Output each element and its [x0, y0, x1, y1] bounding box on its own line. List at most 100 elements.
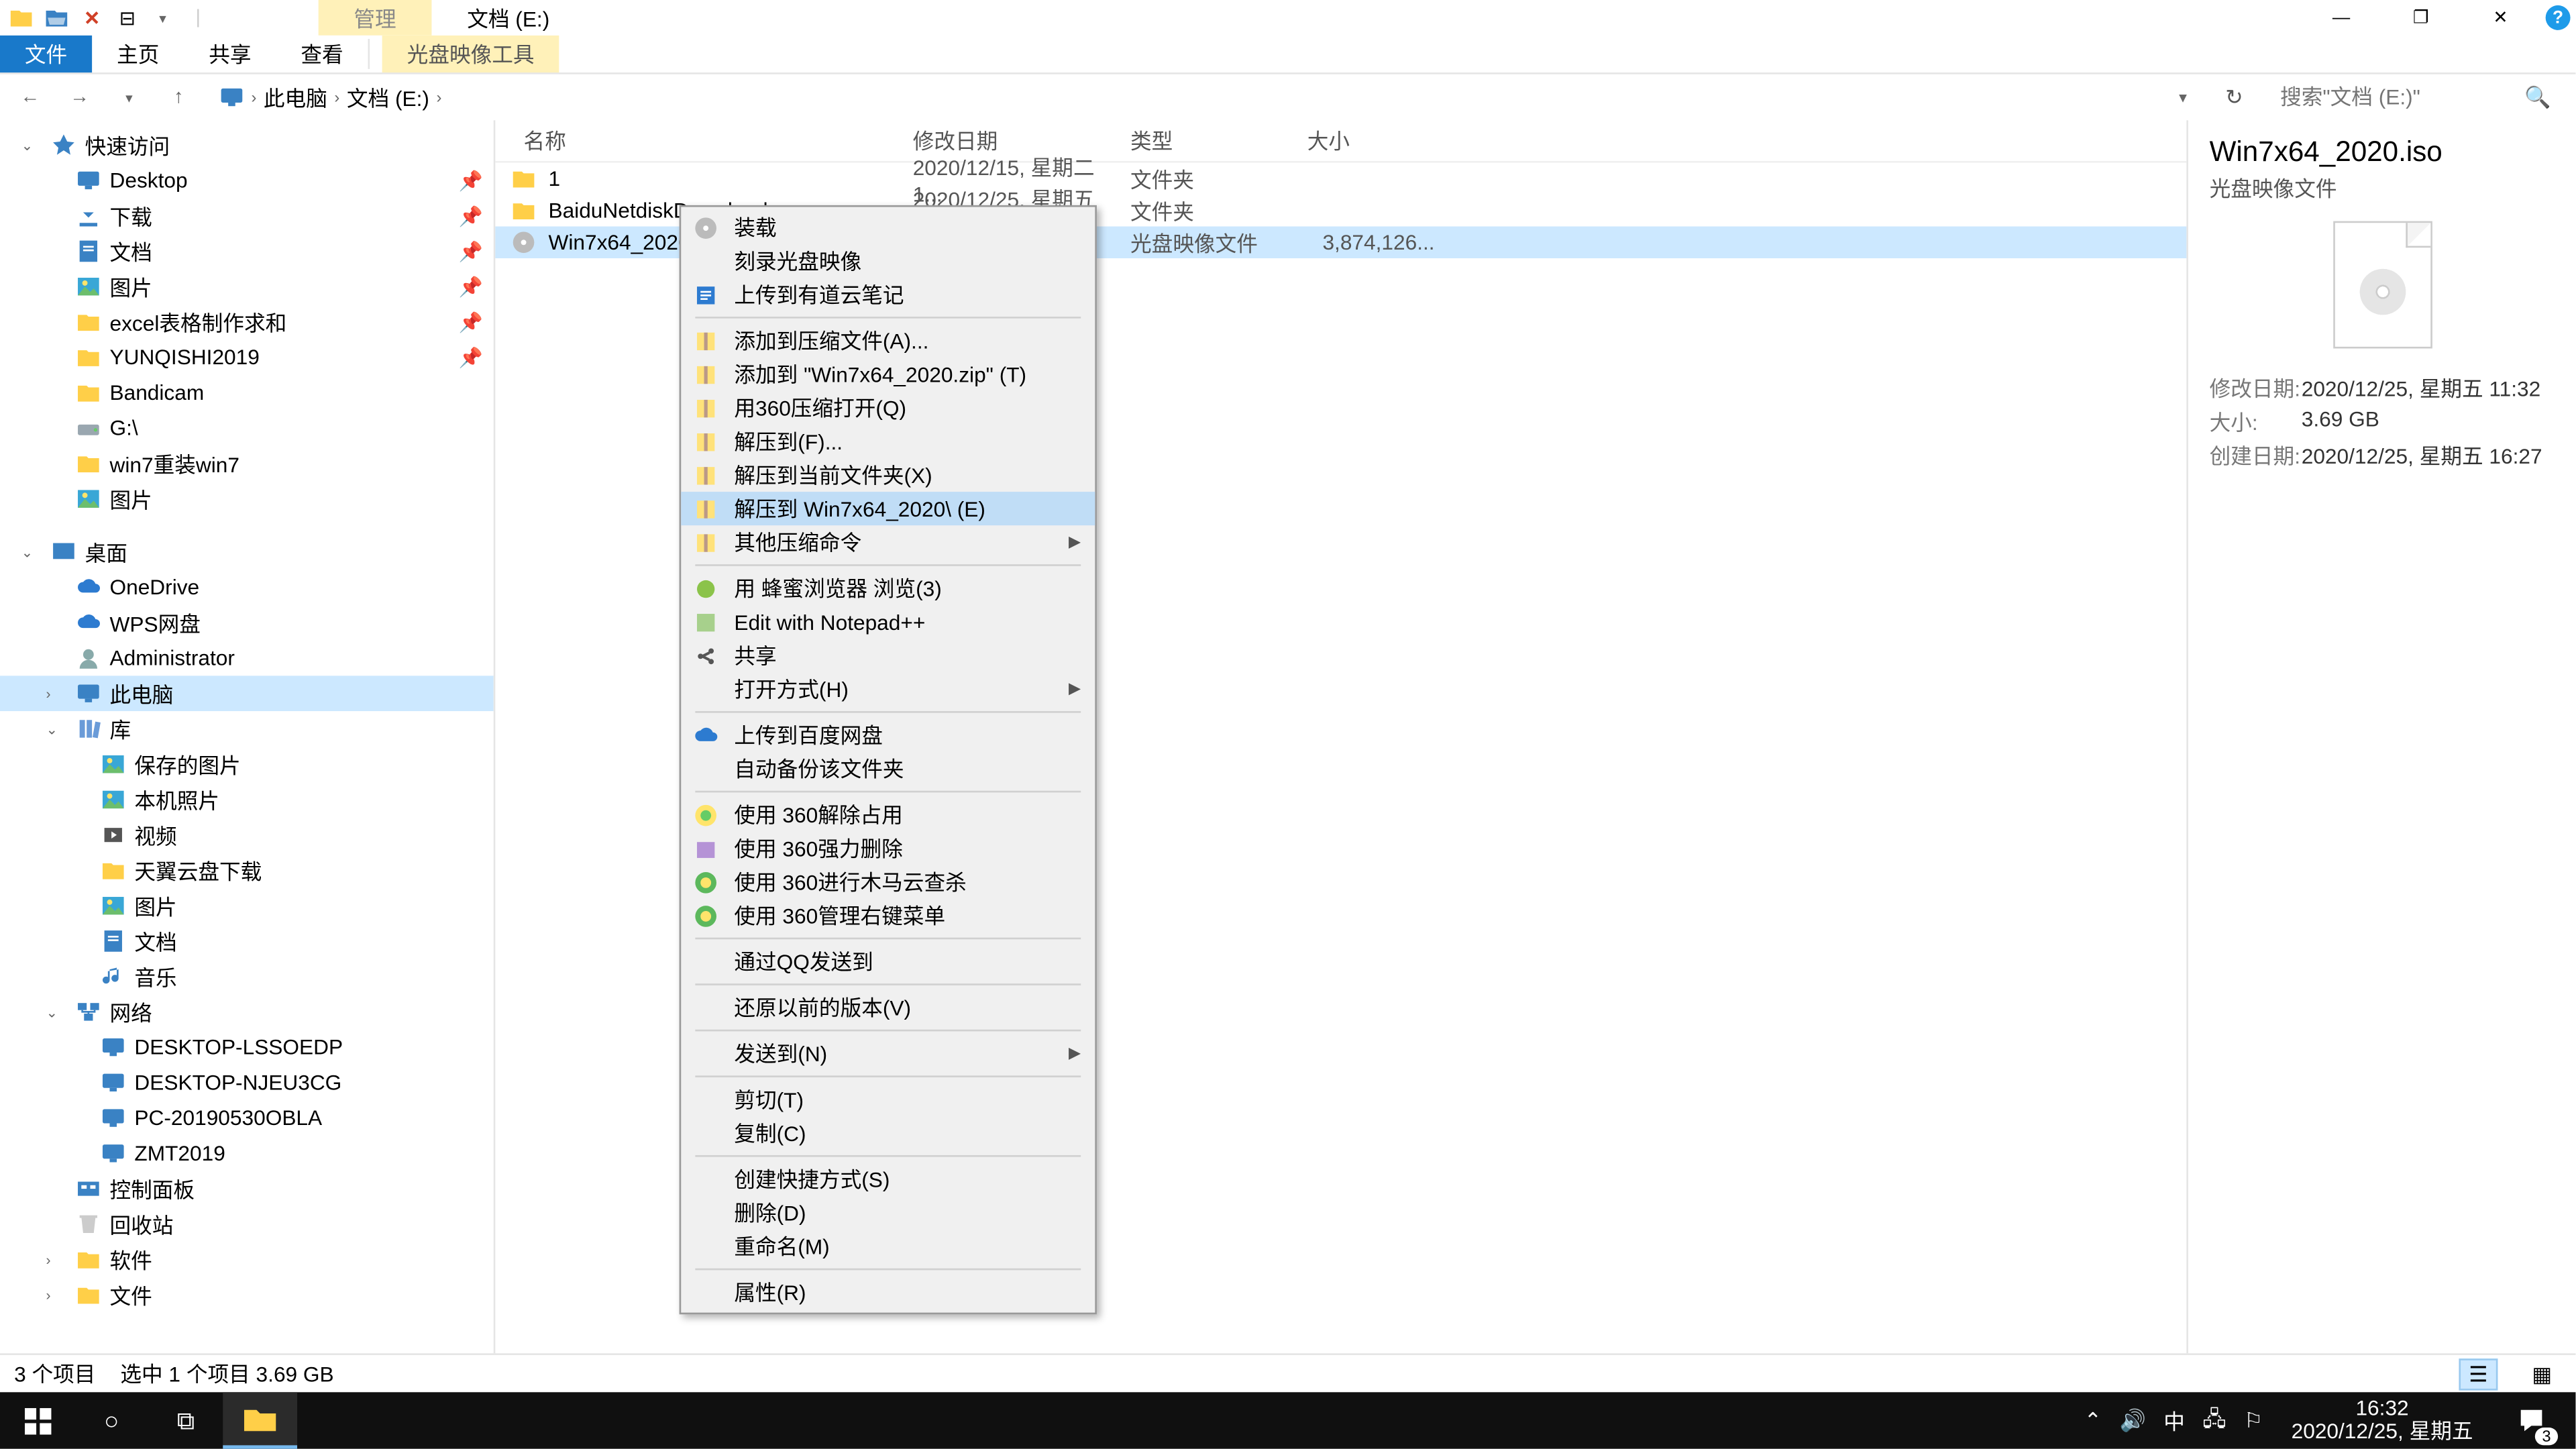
menu-item[interactable]: 用360压缩打开(Q) — [681, 391, 1095, 425]
tree-item[interactable]: win7重装win7 — [0, 446, 494, 482]
expand-icon[interactable]: ⌄ — [46, 1004, 68, 1020]
explorer-button[interactable] — [223, 1392, 297, 1448]
menu-item[interactable]: 通过QQ发送到 — [681, 945, 1095, 978]
breadcrumb[interactable]: › 此电脑 › 文档 (E:) › — [212, 78, 2149, 117]
search-button[interactable]: ○ — [74, 1392, 149, 1448]
tree-item[interactable]: DESKTOP-LSSOEDP — [0, 1030, 494, 1065]
view-icons-button[interactable]: ▦ — [2522, 1358, 2561, 1389]
nav-up[interactable]: ↑ — [163, 81, 195, 113]
chevron-right-icon[interactable]: › — [437, 89, 442, 106]
menu-item[interactable]: 复制(C) — [681, 1116, 1095, 1150]
help-button[interactable]: ? — [2540, 0, 2576, 36]
tree-item[interactable]: 文档📌 — [0, 233, 494, 269]
tree-item[interactable]: PC-20190530OBLA — [0, 1100, 494, 1136]
tree-item[interactable]: 保存的图片 — [0, 747, 494, 782]
col-size[interactable]: 大小 — [1293, 125, 1470, 156]
tree-item[interactable]: Desktop📌 — [0, 163, 494, 199]
tree-item[interactable]: ZMT2019 — [0, 1136, 494, 1171]
expand-icon[interactable]: › — [46, 686, 68, 702]
expand-icon[interactable]: › — [46, 1287, 68, 1303]
close-button[interactable]: ✕ — [2461, 0, 2540, 36]
open-icon[interactable] — [42, 3, 70, 32]
nav-forward[interactable]: → — [64, 81, 95, 113]
menu-item[interactable]: 上传到有道云笔记 — [681, 278, 1095, 311]
tree-item[interactable]: ⌄库 — [0, 711, 494, 747]
tab-manage[interactable]: 管理 — [319, 0, 432, 36]
menu-item[interactable]: 发送到(N)▶ — [681, 1036, 1095, 1070]
tree-item[interactable]: G:\ — [0, 411, 494, 446]
nav-back[interactable]: ← — [14, 81, 46, 113]
tree-item[interactable]: 回收站 — [0, 1206, 494, 1242]
menu-item[interactable]: 其他压缩命令▶ — [681, 525, 1095, 559]
expand-icon[interactable]: ⌄ — [21, 544, 43, 560]
tree-item[interactable]: ›文件 — [0, 1277, 494, 1313]
file-row[interactable]: 12020/12/15, 星期二 1...文件夹 — [495, 163, 2186, 195]
tree-item[interactable]: Administrator — [0, 641, 494, 676]
menu-item[interactable]: 添加到 "Win7x64_2020.zip" (T) — [681, 358, 1095, 391]
view-details-button[interactable]: ☰ — [2459, 1358, 2498, 1389]
address-dropdown[interactable]: ▾ — [2167, 88, 2198, 107]
tree-item[interactable]: 图片 — [0, 481, 494, 517]
taskview-button[interactable]: ⧉ — [149, 1392, 223, 1448]
menu-item[interactable]: 共享 — [681, 639, 1095, 672]
tree-item[interactable]: 图片 — [0, 888, 494, 924]
ime-indicator[interactable]: 中 — [2163, 1405, 2185, 1436]
tree-item[interactable]: 天翼云盘下载 — [0, 853, 494, 888]
tree-item[interactable]: 本机照片 — [0, 782, 494, 818]
expand-icon[interactable]: ⌄ — [46, 721, 68, 737]
ribbon-view[interactable]: 查看 — [276, 36, 368, 72]
chevron-right-icon[interactable]: › — [334, 89, 339, 106]
tree-item[interactable]: 图片📌 — [0, 269, 494, 305]
tree-item[interactable]: excel表格制作求和📌 — [0, 305, 494, 340]
network-icon[interactable]: 🖧 — [2202, 1402, 2226, 1439]
tray-chevron-icon[interactable]: ⌃ — [2084, 1408, 2102, 1433]
tree-item[interactable]: WPS网盘 — [0, 605, 494, 641]
menu-item[interactable]: 打开方式(H)▶ — [681, 672, 1095, 706]
menu-item[interactable]: 创建快捷方式(S) — [681, 1163, 1095, 1196]
search-box[interactable]: 🔍 — [2269, 78, 2561, 117]
tree-item[interactable]: ⌄快速访问 — [0, 127, 494, 163]
tree-item[interactable]: 下载📌 — [0, 198, 494, 233]
tree-item[interactable]: 视频 — [0, 817, 494, 853]
tree-item[interactable]: ›此电脑 — [0, 676, 494, 711]
crumb-1[interactable]: 文档 (E:) — [347, 83, 429, 113]
menu-item[interactable]: 解压到 Win7x64_2020\ (E) — [681, 492, 1095, 525]
expand-icon[interactable]: ⌄ — [21, 137, 43, 153]
minimize-button[interactable]: — — [2302, 0, 2381, 36]
search-icon[interactable]: 🔍 — [2524, 85, 2551, 110]
ribbon-disc-tools[interactable]: 光盘映像工具 — [382, 36, 559, 72]
col-type[interactable]: 类型 — [1116, 125, 1293, 156]
notifications-button[interactable]: 3 — [2502, 1392, 2562, 1448]
menu-item[interactable]: 使用 360强力删除 — [681, 831, 1095, 865]
expand-icon[interactable]: › — [46, 1252, 68, 1268]
tree-item[interactable]: OneDrive — [0, 570, 494, 605]
menu-item[interactable]: 用 蜂蜜浏览器 浏览(3) — [681, 572, 1095, 605]
col-name[interactable]: 名称 — [509, 125, 898, 156]
menu-item[interactable]: 刻录光盘映像 — [681, 244, 1095, 278]
refresh-button[interactable]: ↻ — [2216, 85, 2252, 110]
menu-item[interactable]: 使用 360管理右键菜单 — [681, 899, 1095, 932]
clock[interactable]: 16:32 2020/12/25, 星期五 — [2281, 1397, 2484, 1444]
properties-icon[interactable]: ⊟ — [113, 3, 142, 32]
menu-item[interactable]: 使用 360解除占用 — [681, 798, 1095, 831]
tree-item[interactable]: 文档 — [0, 924, 494, 959]
tree-item[interactable]: DESKTOP-NJEU3CG — [0, 1065, 494, 1100]
menu-item[interactable]: 属性(R) — [681, 1275, 1095, 1309]
maximize-button[interactable]: ❐ — [2381, 0, 2461, 36]
security-icon[interactable]: ⚐ — [2244, 1408, 2263, 1433]
volume-icon[interactable]: 🔊 — [2119, 1408, 2145, 1433]
tree-item[interactable]: ⌄桌面 — [0, 534, 494, 570]
menu-item[interactable]: Edit with Notepad++ — [681, 605, 1095, 639]
menu-item[interactable]: 使用 360进行木马云查杀 — [681, 865, 1095, 898]
menu-item[interactable]: 还原以前的版本(V) — [681, 991, 1095, 1024]
ribbon-home[interactable]: 主页 — [92, 36, 184, 72]
ribbon-share[interactable]: 共享 — [184, 36, 276, 72]
menu-item[interactable]: 解压到当前文件夹(X) — [681, 458, 1095, 492]
tree-item[interactable]: 音乐 — [0, 959, 494, 994]
tree-item[interactable]: YUNQISHI2019📌 — [0, 339, 494, 375]
menu-item[interactable]: 添加到压缩文件(A)... — [681, 324, 1095, 358]
tree-item[interactable]: ›软件 — [0, 1242, 494, 1277]
menu-item[interactable]: 剪切(T) — [681, 1083, 1095, 1116]
search-input[interactable] — [2280, 85, 2514, 110]
tree-item[interactable]: ⌄网络 — [0, 994, 494, 1030]
